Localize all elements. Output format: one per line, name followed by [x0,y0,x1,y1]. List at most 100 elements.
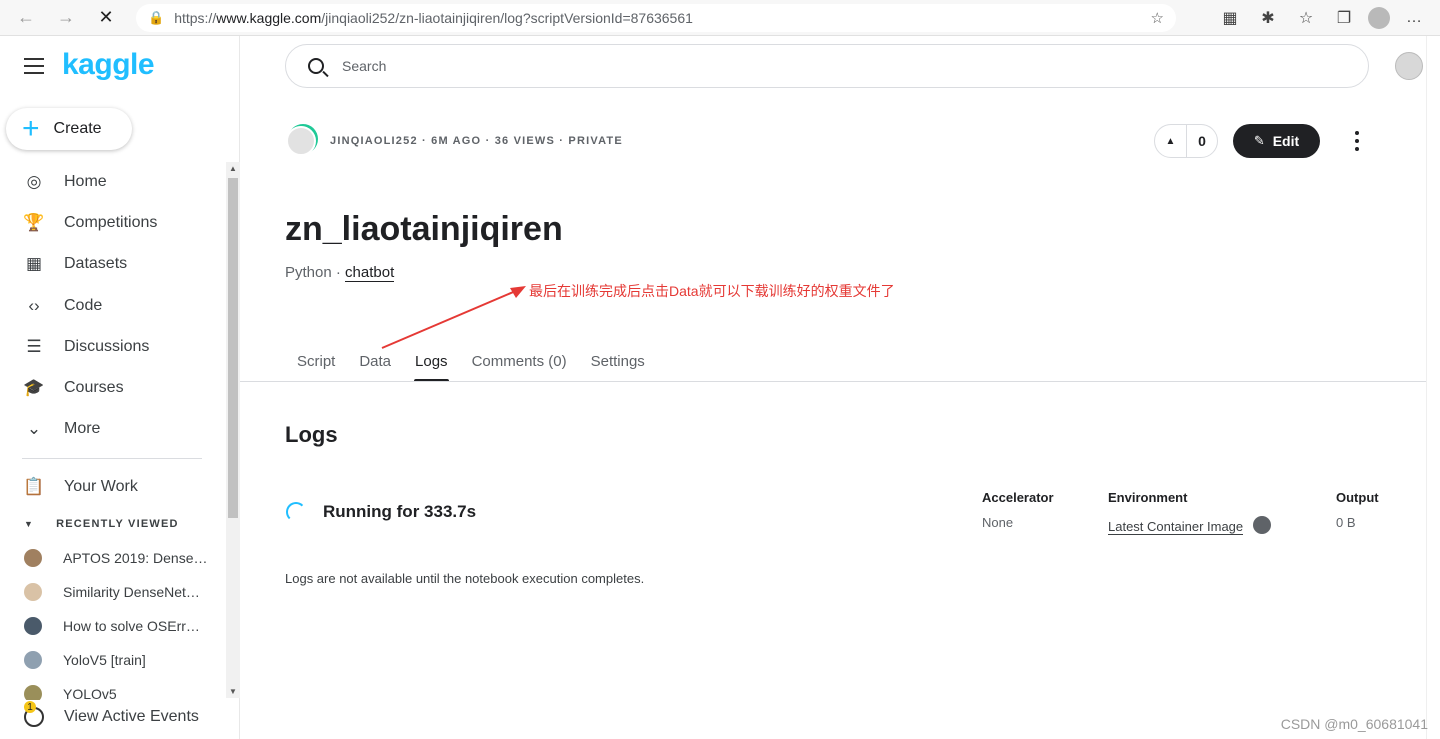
logs-heading: Logs [285,422,338,447]
sidebar-item-label: Datasets [64,255,128,273]
create-button[interactable]: + Create [6,108,132,150]
running-status: Running for 333.7s [286,502,476,522]
address-bar[interactable]: 🔒 https://www.kaggle.com/jinqiaoli252/zn… [136,4,1176,32]
sidebar-item-your-work[interactable]: 📋 Your Work [0,466,226,507]
upvote-arrow-icon[interactable]: ▲ [1155,125,1187,157]
avatar [24,549,42,567]
avatar [24,617,42,635]
more-options-icon[interactable] [1350,131,1364,151]
url-path: /jinqiaoli252/zn-liaotainjiqiren/log?scr… [321,10,693,26]
scrollbar-thumb[interactable] [228,178,238,518]
vote-count: 0 [1198,133,1206,149]
sidebar-item-datasets[interactable]: ▦ Datasets [0,244,226,285]
author-avatar[interactable] [286,126,316,156]
caret-down-icon: ▼ [24,519,35,529]
search-input[interactable]: Search [285,44,1369,88]
kaggle-logo[interactable]: kaggle [62,48,155,82]
tab-settings[interactable]: Settings [590,340,646,382]
tag-link[interactable]: chatbot [345,264,395,282]
notebook-meta: JINQIAOLI252 · 6M AGO · 36 VIEWS · PRIVA… [286,126,623,156]
github-icon[interactable] [1253,516,1272,534]
compass-icon: ◎ [26,171,42,191]
stop-loading-icon[interactable]: ✕ [92,4,120,32]
avatar [24,651,42,669]
logs-notice: Logs are not available until the noteboo… [285,571,645,586]
url-prefix: https:// [174,10,217,26]
sidebar-item-label: Discussions [64,337,150,355]
sidebar-item-label: Home [64,172,107,190]
sidebar-item-code[interactable]: ‹› Code [0,285,226,326]
favorites-icon[interactable]: ☆ [1292,4,1320,32]
chevron-down-icon: ⌄ [26,419,42,439]
sidebar-item-competitions[interactable]: 🏆 Competitions [0,202,226,243]
sidebar-item-home[interactable]: ◎ Home [0,161,226,202]
school-icon: 🎓 [23,378,45,398]
trophy-icon: 🏆 [23,212,45,232]
table-icon: ▦ [25,254,43,274]
nav-menu: ◎ Home 🏆 Competitions ▦ Datasets ‹› Code… [0,161,226,450]
notification-badge: 1 [24,701,36,713]
sidebar-item-courses[interactable]: 🎓 Courses [0,367,226,408]
annotation-text: 最后在训练完成后点击Data就可以下载训练好的权重文件了 [529,283,895,299]
notebook-subtitle: Python · chatbot [285,264,395,282]
loading-spinner-icon [286,502,306,522]
environment-info: Environment Latest Container Image [1108,490,1272,535]
meta-text: JINQIAOLI252 · 6M AGO · 36 VIEWS · PRIVA… [330,135,623,147]
sidebar-item-label: Code [64,296,103,314]
back-icon[interactable]: ← [12,4,40,32]
scroll-down-icon[interactable]: ▼ [229,687,237,696]
accelerator-info: Accelerator None [982,490,1054,530]
page-title: zn_liaotainjiqiren [285,210,563,248]
list-item[interactable]: YoloV5 [train] [0,643,226,677]
search-placeholder: Search [342,58,387,74]
sidebar-item-label: More [64,420,101,438]
list-item[interactable]: Similarity DenseNet… [0,575,226,609]
avatar [24,583,42,601]
browser-toolbar: ← → ✕ 🔒 https://www.kaggle.com/jinqiaoli… [0,0,1440,36]
collections-icon[interactable]: ❐ [1330,4,1358,32]
output-info: Output 0 B [1336,490,1379,530]
create-label: Create [53,120,102,137]
plus-icon: + [22,112,40,145]
sidebar-divider [22,458,202,459]
favorite-star-icon[interactable]: ☆ [1151,9,1164,27]
sidebar-item-label: Your Work [64,477,138,495]
edit-button[interactable]: ✎ Edit [1233,124,1320,158]
vote-control: ▲ 0 [1154,124,1218,158]
sidebar-item-more[interactable]: ⌄ More [0,409,226,450]
sidebar-scrollbar[interactable]: ▲ ▼ [226,162,240,698]
sidebar-item-label: Competitions [64,213,158,231]
profile-icon[interactable] [1368,7,1390,29]
user-avatar[interactable] [1395,52,1423,80]
comments-icon: ☰ [26,336,42,356]
scroll-up-icon[interactable]: ▲ [229,164,237,173]
tabs-divider [240,381,1426,382]
sidebar: kaggle + Create ◎ Home 🏆 Competitions ▦ … [0,36,240,739]
code-icon: ‹› [28,295,40,315]
tab-data[interactable]: Data [358,340,392,382]
list-item[interactable]: APTOS 2019: Dense… [0,541,226,575]
browser-menu-icon[interactable]: … [1400,4,1428,32]
list-item[interactable]: How to solve OSErr… [0,609,226,643]
tab-logs[interactable]: Logs [414,340,449,382]
watermark: CSDN @m0_60681041 [1280,716,1428,732]
tab-comments[interactable]: Comments (0) [471,340,568,382]
sidebar-item-discussions[interactable]: ☰ Discussions [0,326,226,367]
recently-viewed-heading[interactable]: ▼ RECENTLY VIEWED [24,518,179,530]
notebook-tabs: Script Data Logs Comments (0) Settings [285,340,668,382]
page-scrollbar[interactable] [1426,36,1440,739]
extensions-icon[interactable]: ✱ [1254,4,1282,32]
search-icon [308,58,324,74]
apps-icon[interactable]: ▦ [1216,4,1244,32]
sidebar-item-active-events[interactable]: 1 View Active Events [0,700,226,734]
pencil-icon: ✎ [1253,133,1265,148]
url-host: www.kaggle.com [216,10,322,26]
tab-script[interactable]: Script [296,340,336,382]
clipboard-icon: 📋 [23,476,45,496]
lock-icon: 🔒 [148,10,165,25]
forward-icon[interactable]: → [52,4,80,32]
hamburger-menu-icon[interactable] [24,58,44,74]
recently-viewed-list: APTOS 2019: Dense… Similarity DenseNet… … [0,541,226,711]
clock-icon: 1 [24,701,44,727]
environment-link[interactable]: Latest Container Image [1108,515,1244,535]
